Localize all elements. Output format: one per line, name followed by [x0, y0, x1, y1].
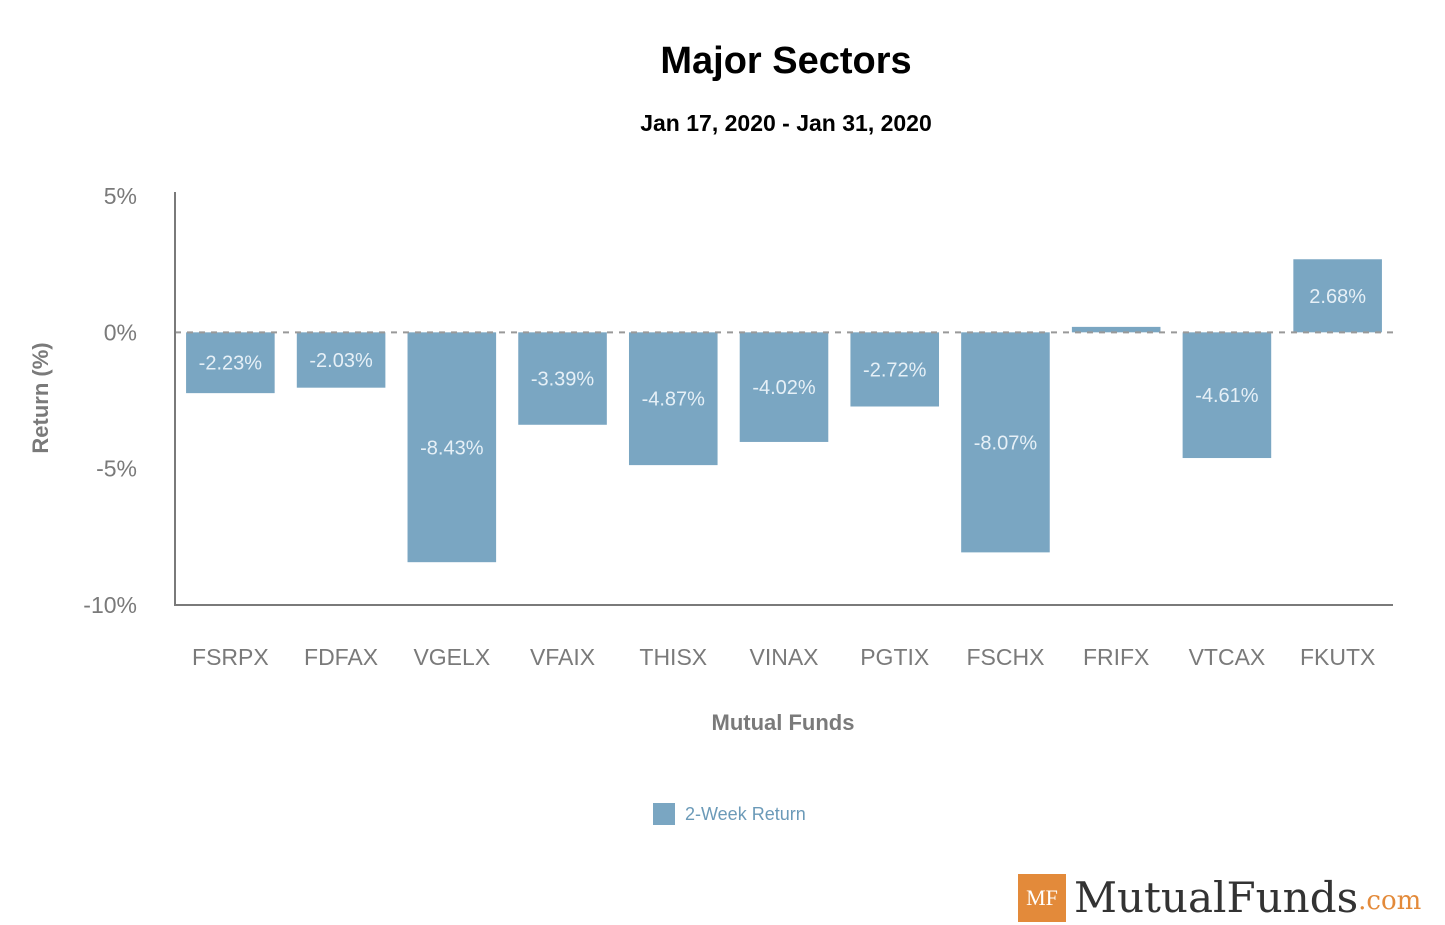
bar-data-label: 2.68%: [1309, 286, 1366, 308]
mutualfunds-logo: MF MutualFunds .com: [1018, 873, 1421, 922]
bars: [186, 259, 1382, 563]
y-axis-ticks: 5% 0% -5% -10%: [83, 183, 137, 618]
bar-data-label: -4.02%: [752, 377, 816, 399]
y-tick-label: -10%: [83, 592, 137, 618]
legend-label: 2-Week Return: [685, 803, 806, 824]
x-axis-label: Mutual Funds: [712, 710, 855, 735]
legend: 2-Week Return: [653, 803, 806, 825]
logo-suffix: .com: [1358, 886, 1422, 916]
x-tick-label: PGTIX: [860, 644, 929, 670]
bar-data-label: -4.87%: [642, 389, 706, 411]
x-tick-label: VTCAX: [1189, 644, 1266, 670]
x-tick-label: THISX: [639, 644, 707, 670]
logo-name: MutualFunds: [1074, 873, 1359, 922]
y-axis-label: Return (%): [28, 342, 53, 453]
x-tick-label: VGELX: [413, 644, 490, 670]
bar-data-label: -3.39%: [531, 369, 595, 391]
x-tick-label: FKUTX: [1300, 644, 1375, 670]
y-tick-label: 5%: [104, 183, 137, 209]
legend-swatch: [653, 803, 675, 825]
x-tick-label: VINAX: [749, 644, 818, 670]
bar-data-label: -4.61%: [1195, 385, 1259, 407]
y-tick-label: 0%: [104, 319, 137, 345]
bar-data-label: -2.72%: [863, 359, 927, 381]
x-tick-label: FSRPX: [192, 644, 269, 670]
x-axis-categories: FSRPX FDFAX VGELX VFAIX THISX VINAX PGTIX FSCHX…: [192, 644, 1375, 670]
bar-chart: 5% 0% -5% -10% -2.23% -2.03% -8.43% -3.39% -4.8…: [28, 183, 1393, 735]
bar-data-label: -2.03%: [309, 350, 373, 372]
x-tick-label: FSCHX: [966, 644, 1044, 670]
bar-data-label: -2.23%: [199, 353, 263, 375]
logo-badge: MF: [1018, 873, 1066, 922]
bar-data-label: -8.07%: [974, 432, 1038, 454]
x-tick-label: FDFAX: [304, 644, 378, 670]
x-tick-label: FRIFX: [1083, 644, 1149, 670]
bar-data-label: -8.43%: [420, 437, 484, 459]
x-tick-label: VFAIX: [530, 644, 595, 670]
y-tick-label: -5%: [96, 456, 137, 482]
